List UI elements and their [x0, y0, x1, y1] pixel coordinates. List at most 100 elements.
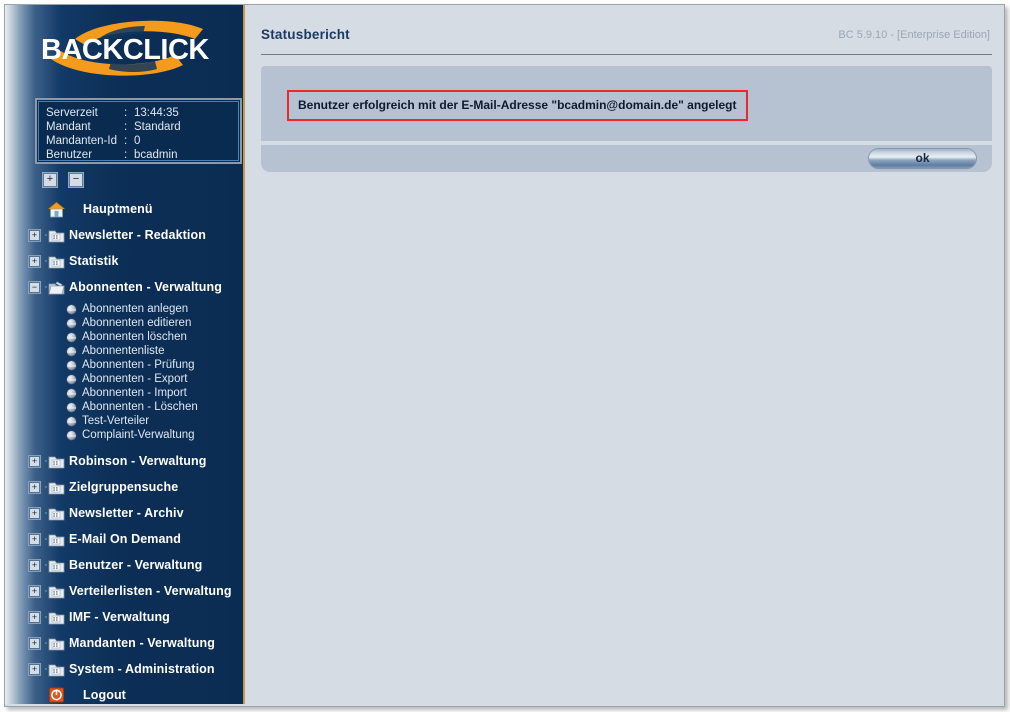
nav-node-label: Benutzer - Verwaltung — [69, 558, 203, 572]
nav-subitem-label: Abonnenten - Export — [82, 373, 188, 385]
sidebar-accent-edge — [243, 5, 245, 704]
collapse-node-icon[interactable]: − — [29, 281, 40, 293]
version-info: BC 5.9.10 - [Enterprise Edition] — [838, 29, 990, 41]
status-alert-box: Benutzer erfolgreich mit der E-Mail-Adre… — [287, 90, 748, 121]
header-divider — [261, 54, 992, 55]
page-header: Statusbericht BC 5.9.10 - [Enterprise Ed… — [247, 5, 1004, 53]
nav-subitem-abonnenten-l-schen[interactable]: Abonnenten löschen — [5, 330, 243, 344]
nav-node-newsletter-archiv[interactable]: + Newsletter - Archiv — [5, 500, 243, 526]
nav-subitem-label: Abonnenten - Prüfung — [82, 359, 195, 371]
folder-closed-icon — [47, 479, 66, 496]
nav-subitem-abonnenten-anlegen[interactable]: Abonnenten anlegen — [5, 302, 243, 316]
bullet-sphere-icon — [67, 319, 76, 328]
bullet-sphere-icon — [67, 347, 76, 356]
nav-node-robinson-verwaltung[interactable]: + Robinson - Verwaltung — [5, 448, 243, 474]
nav-node-newsletter-redaktion[interactable]: + Newsletter - Redaktion — [5, 222, 243, 248]
expand-node-icon[interactable]: + — [29, 255, 40, 267]
nav-node-abonnenten-verwaltung[interactable]: − Abonnenten - Verwaltung — [5, 274, 243, 300]
nav-submenu: Abonnenten anlegen Abonnenten editieren Ab… — [5, 300, 243, 448]
nav-node-label: Logout — [83, 688, 126, 702]
navigation-tree: Hauptmenü + Newsletter - Redaktion + Statist… — [5, 196, 243, 704]
nav-subitem-label: Abonnenten editieren — [82, 317, 192, 329]
nav-node-e-mail-on-demand[interactable]: + E-Mail On Demand — [5, 526, 243, 552]
info-row: Benutzer: bcadmin — [46, 148, 238, 162]
expand-node-icon[interactable]: + — [29, 611, 40, 623]
bullet-sphere-icon — [67, 305, 76, 314]
nav-subitem-label: Abonnenten anlegen — [82, 303, 189, 315]
nav-node-label: IMF - Verwaltung — [69, 610, 170, 624]
nav-node-verteilerlisten-verwaltung[interactable]: + Verteilerlisten - Verwaltung — [5, 578, 243, 604]
info-row: Mandanten-Id:0 — [46, 134, 238, 148]
nav-node-logout[interactable]: Logout — [5, 682, 243, 704]
server-info-inner: Serverzeit:13:44:35 Mandant: Standard Man… — [38, 101, 239, 161]
nav-node-label: E-Mail On Demand — [69, 532, 182, 546]
info-colon: : — [124, 135, 128, 147]
bullet-sphere-icon — [67, 375, 76, 384]
expand-all-button[interactable]: + — [43, 173, 57, 187]
info-label: Serverzeit — [46, 107, 98, 119]
nav-node-label: Hauptmenü — [83, 202, 153, 216]
nav-subitem-abonnenten-import[interactable]: Abonnenten - Import — [5, 386, 243, 400]
power-icon — [47, 687, 66, 704]
collapse-all-button[interactable]: − — [69, 173, 83, 187]
brand-logo[interactable]: BACKCLICK — [5, 5, 245, 91]
ok-button-label: ok — [915, 151, 930, 165]
nav-subitem-abonnenten-editieren[interactable]: Abonnenten editieren — [5, 316, 243, 330]
expand-node-icon[interactable]: + — [29, 229, 40, 241]
logo-wordmark: BACKCLICK — [41, 34, 209, 66]
nav-subitem-label: Test-Verteiler — [82, 415, 150, 427]
form-footer-bar: ok — [261, 145, 992, 172]
ok-button[interactable]: ok — [869, 149, 976, 168]
info-value: 0 — [134, 135, 141, 147]
expand-node-icon[interactable]: + — [29, 507, 40, 519]
nav-node-label: System - Administration — [69, 662, 215, 676]
bullet-sphere-icon — [67, 361, 76, 370]
server-info-box: Serverzeit:13:44:35 Mandant: Standard Man… — [35, 98, 242, 164]
nav-subitem-label: Abonnentenliste — [82, 345, 165, 357]
nav-subitem-abonnentenliste[interactable]: Abonnentenliste — [5, 344, 243, 358]
backclick-logo-graphic: BACKCLICK — [41, 20, 210, 76]
folder-closed-icon — [47, 661, 66, 678]
folder-closed-icon — [47, 583, 66, 600]
expand-node-icon[interactable]: + — [29, 455, 40, 467]
nav-node-zielgruppensuche[interactable]: + Zielgruppensuche — [5, 474, 243, 500]
info-row: Mandant: Standard — [46, 120, 238, 134]
info-value: bcadmin — [134, 149, 178, 161]
nav-node-benutzer-verwaltung[interactable]: + Benutzer - Verwaltung — [5, 552, 243, 578]
expand-node-icon[interactable]: + — [29, 559, 40, 571]
expand-node-icon[interactable]: + — [29, 481, 40, 493]
expand-node-icon[interactable]: + — [29, 637, 40, 649]
application-window: BACKCLICK Serverzeit:13:44:35 Mandant: St… — [4, 4, 1005, 707]
nav-subitem-complaint-verwaltung[interactable]: Complaint-Verwaltung — [5, 428, 243, 442]
nav-subitem-abonnenten-l-schen[interactable]: Abonnenten - Löschen — [5, 400, 243, 414]
nav-node-label: Robinson - Verwaltung — [69, 454, 207, 468]
folder-closed-icon — [47, 557, 66, 574]
nav-node-label: Statistik — [69, 254, 119, 268]
nav-node-label: Mandanten - Verwaltung — [69, 636, 215, 650]
nav-subitem-label: Abonnenten - Import — [82, 387, 187, 399]
status-message-panel: Benutzer erfolgreich mit der E-Mail-Adre… — [261, 66, 992, 141]
status-message-text: Benutzer erfolgreich mit der E-Mail-Adre… — [298, 98, 737, 112]
expand-node-icon[interactable]: + — [29, 663, 40, 675]
nav-subitem-abonnenten-pr-fung[interactable]: Abonnenten - Prüfung — [5, 358, 243, 372]
nav-node-label: Newsletter - Redaktion — [69, 228, 206, 242]
nav-node-label: Verteilerlisten - Verwaltung — [69, 584, 232, 598]
nav-node-mandanten-verwaltung[interactable]: + Mandanten - Verwaltung — [5, 630, 243, 656]
folder-closed-icon — [47, 635, 66, 652]
nav-node-hauptmen[interactable]: Hauptmenü — [5, 196, 243, 222]
nav-subitem-abonnenten-export[interactable]: Abonnenten - Export — [5, 372, 243, 386]
folder-closed-icon — [47, 253, 66, 270]
nav-subitem-label: Abonnenten löschen — [82, 331, 187, 343]
nav-node-system-administration[interactable]: + System - Administration — [5, 656, 243, 682]
expand-node-icon[interactable]: + — [29, 533, 40, 545]
expand-node-icon[interactable]: + — [29, 585, 40, 597]
folder-closed-icon — [47, 609, 66, 626]
nav-node-statistik[interactable]: + Statistik — [5, 248, 243, 274]
nav-subitem-test-verteiler[interactable]: Test-Verteiler — [5, 414, 243, 428]
nav-node-imf-verwaltung[interactable]: + IMF - Verwaltung — [5, 604, 243, 630]
info-colon: : — [124, 107, 128, 119]
house-icon — [47, 201, 66, 218]
sidebar: BACKCLICK Serverzeit:13:44:35 Mandant: St… — [5, 5, 245, 704]
bullet-sphere-icon — [67, 333, 76, 342]
info-label: Mandant — [46, 121, 91, 133]
